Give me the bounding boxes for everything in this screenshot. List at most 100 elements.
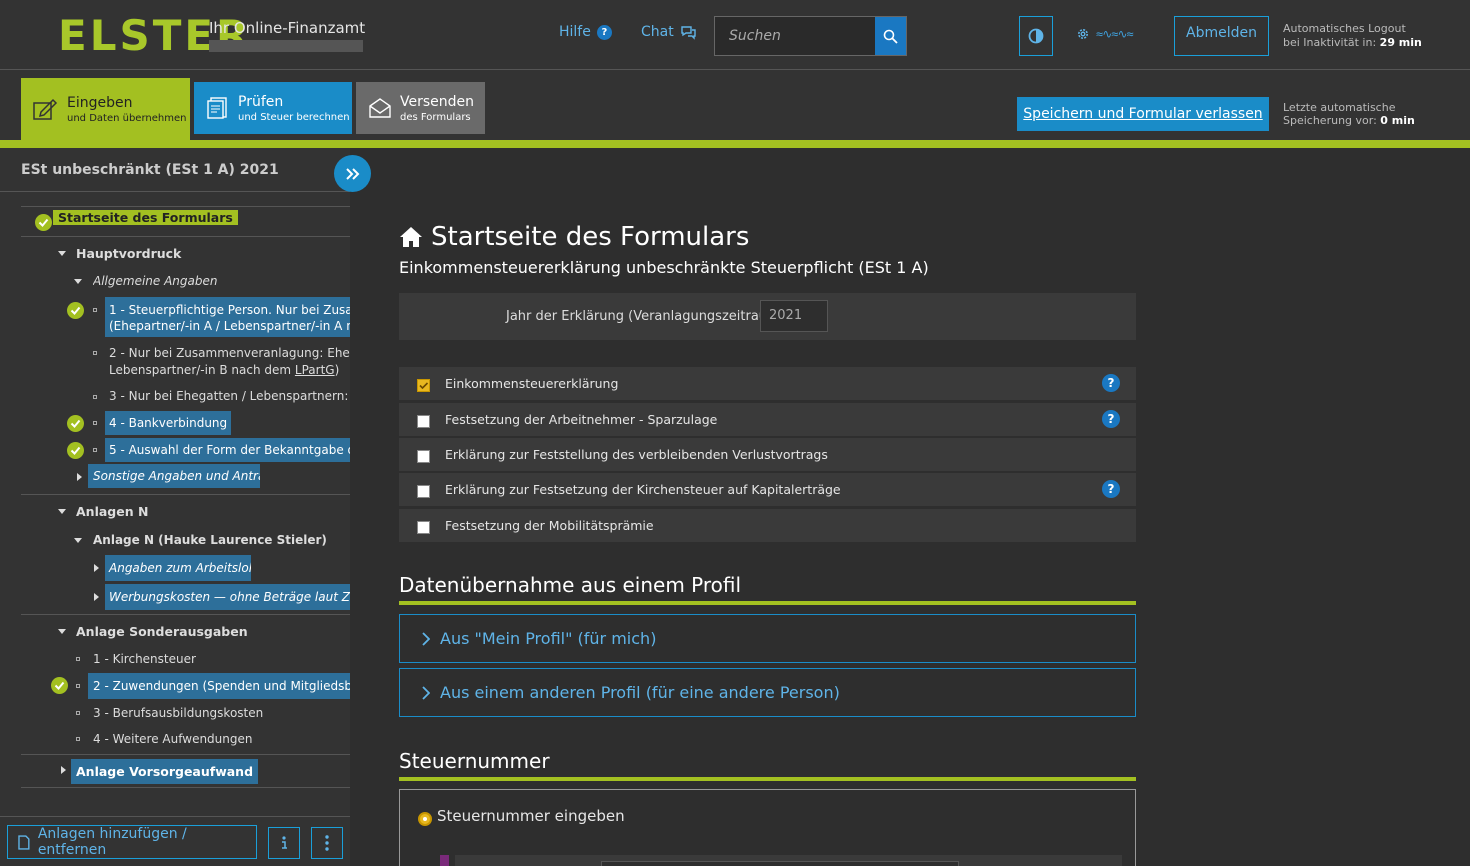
- help-link-label: Hilfe: [559, 24, 591, 40]
- sidebar-item-vorsorge[interactable]: Anlage Vorsorgeaufwand: [71, 759, 350, 784]
- divider: [21, 614, 350, 615]
- check-icon: [51, 677, 68, 694]
- year-field[interactable]: 2021: [760, 300, 828, 332]
- search-box: [714, 16, 907, 56]
- caret-right-icon[interactable]: [77, 473, 82, 481]
- section-title-steuernummer: Steuernummer: [399, 749, 550, 773]
- caret-right-icon[interactable]: [94, 593, 99, 601]
- caret-down-icon[interactable]: [74, 279, 82, 284]
- caret-down-icon[interactable]: [58, 509, 66, 514]
- sidebar-item-hauptvordruck[interactable]: Hauptvordruck: [76, 246, 350, 261]
- caret-down-icon[interactable]: [74, 538, 82, 543]
- caret-right-icon[interactable]: [94, 564, 99, 572]
- chevron-right-icon: [422, 631, 430, 646]
- info-button[interactable]: [268, 827, 300, 859]
- section-underline: [399, 777, 1136, 781]
- chat-link[interactable]: Chat: [641, 24, 697, 40]
- checkbox-einkommensteuererklaerung[interactable]: [417, 379, 430, 392]
- settings-link[interactable]: ≈∿≈∿≈: [1076, 27, 1134, 41]
- sidebar-title: ESt unbeschränkt (ESt 1 A) 2021: [21, 162, 279, 178]
- divider: [21, 787, 350, 788]
- contrast-icon: [1028, 28, 1044, 44]
- checkbox-label: Festsetzung der Arbeitnehmer - Sparzulag…: [445, 412, 718, 427]
- caret-down-icon[interactable]: [58, 629, 66, 634]
- page-title-text: Startseite des Formulars: [431, 222, 750, 252]
- sidebar-item-weitere[interactable]: 4 - Weitere Aufwendungen: [93, 732, 350, 746]
- checkbox-row: Einkommensteuererklärung ?: [399, 367, 1136, 400]
- accordion-my-profile[interactable]: Aus "Mein Profil" (für mich): [399, 614, 1136, 663]
- radio-steuernummer[interactable]: [418, 812, 432, 826]
- sidebar-item-veranlagungsart[interactable]: 3 - Nur bei Ehegatten / Lebenspartnern: …: [109, 389, 350, 403]
- sidebar-item-bankverbindung[interactable]: 4 - Bankverbindung: [105, 411, 350, 435]
- sidebar-item-steuerpflichtige-person[interactable]: 1 - Steuerpflichtige Person. Nur bei Zus…: [105, 297, 350, 337]
- autologout-line1: Automatisches Logout: [1283, 22, 1406, 35]
- sidebar-item-kirchensteuer[interactable]: 1 - Kirchensteuer: [93, 652, 350, 666]
- checkbox-row: Festsetzung der Mobilitätsprämie: [399, 509, 1136, 542]
- autosave-line2: Speicherung vor:: [1283, 114, 1377, 127]
- document-icon: [18, 834, 30, 850]
- section-title-profile: Datenübernahme aus einem Profil: [399, 573, 742, 597]
- autologout-value: 29 min: [1379, 36, 1422, 49]
- caret-down-icon[interactable]: [58, 251, 66, 256]
- contrast-toggle-button[interactable]: [1019, 16, 1053, 56]
- year-label: Jahr der Erklärung (Veranlagungszeitraum…: [506, 309, 785, 324]
- sidebar-item-start[interactable]: Startseite des Formulars: [53, 210, 403, 225]
- sidebar-item-berufsausbildung[interactable]: 3 - Berufsausbildungskosten: [93, 706, 350, 720]
- page-title: Startseite des Formulars: [399, 222, 749, 252]
- add-remove-attachments-button[interactable]: Anlagen hinzufügen / entfernen: [7, 825, 257, 859]
- add-remove-attachments-label: Anlagen hinzufügen / entfernen: [37, 826, 187, 858]
- search-button[interactable]: [875, 17, 906, 55]
- checkbox-row: Festsetzung der Arbeitnehmer - Sparzulag…: [399, 403, 1136, 436]
- help-icon[interactable]: ?: [1102, 374, 1120, 392]
- step-eingeben[interactable]: Eingeben und Daten übernehmen: [21, 78, 190, 140]
- caret-right-icon[interactable]: [61, 766, 66, 774]
- steuernummer-input[interactable]: [601, 861, 959, 866]
- double-chevron-right-icon: [345, 167, 359, 180]
- accordion-other-profile[interactable]: Aus einem anderen Profil (für eine ander…: [399, 668, 1136, 717]
- bullet-icon: [93, 351, 97, 355]
- sidebar-item-sonderausgaben[interactable]: Anlage Sonderausgaben: [76, 624, 350, 639]
- save-and-exit-button[interactable]: Speichern und Formular verlassen: [1017, 97, 1269, 131]
- lpartg-abbr: LPartG: [294, 363, 335, 377]
- envelope-icon: [369, 98, 391, 118]
- help-link[interactable]: Hilfe ?: [559, 24, 612, 40]
- bullet-icon: [76, 711, 80, 715]
- sidebar-item-ehefrau[interactable]: 2 - Nur bei Zusammenveranlagung: Ehefrau…: [109, 345, 350, 379]
- help-icon[interactable]: ?: [1102, 480, 1120, 498]
- step-versenden[interactable]: Versenden des Formulars: [356, 82, 485, 134]
- info-marker-icon[interactable]: [440, 855, 449, 866]
- sidebar-collapse-button[interactable]: [334, 155, 371, 192]
- divider: [21, 236, 350, 237]
- more-options-button[interactable]: [311, 827, 343, 859]
- checkbox-sparzulage[interactable]: [417, 415, 430, 428]
- sidebar-item-allgemeine[interactable]: Allgemeine Angaben: [93, 274, 350, 288]
- sidebar-item-bekanntgabe-label: 5 - Auswahl der Form der Bekanntgabe des…: [105, 438, 350, 462]
- checkbox-mobilitaetspraemie[interactable]: [417, 521, 430, 534]
- step-pruefen[interactable]: Prüfen und Steuer berechnen: [194, 82, 352, 134]
- checkbox-verlustvortrag[interactable]: [417, 450, 430, 463]
- logout-button[interactable]: Abmelden: [1174, 16, 1269, 56]
- progress-line: [0, 140, 1470, 148]
- checkbox-kirchensteuer-kapital[interactable]: [417, 485, 430, 498]
- sidebar-item-werbungskosten-label: Werbungskosten — ohne Beträge laut Zeile…: [105, 584, 350, 610]
- radio-steuernummer-label: Steuernummer eingeben: [437, 807, 625, 825]
- check-icon: [67, 302, 84, 319]
- sidebar-item-zuwendungen[interactable]: 2 - Zuwendungen (Spenden und Mitgliedsbe…: [88, 673, 350, 699]
- sidebar-item-anlage-n-person[interactable]: Anlage N (Hauke Laurence Stieler): [93, 533, 350, 547]
- sidebar-item-werbungskosten[interactable]: Werbungskosten — ohne Beträge laut Zeile…: [105, 584, 350, 610]
- step-eingeben-title: Eingeben: [67, 94, 133, 111]
- steuernummer-box: Steuernummer eingeben: [399, 789, 1136, 866]
- check-icon: [67, 442, 84, 459]
- bullet-icon: [76, 737, 80, 741]
- sidebar-item-sonstige[interactable]: Sonstige Angaben und Anträge: [88, 464, 260, 488]
- autosave-value: 0 min: [1380, 114, 1415, 127]
- sidebar-item-bekanntgabe[interactable]: 5 - Auswahl der Form der Bekanntgabe des…: [105, 438, 350, 462]
- step-pruefen-sub: und Steuer berechnen: [238, 111, 350, 123]
- home-icon: [400, 227, 422, 247]
- chevron-right-icon: [422, 685, 430, 700]
- sidebar-item-anlagen-n[interactable]: Anlagen N: [76, 504, 350, 519]
- step-versenden-sub: des Formulars: [400, 111, 471, 123]
- search-input[interactable]: [715, 17, 876, 55]
- help-icon[interactable]: ?: [1102, 410, 1120, 428]
- sidebar-item-arbeitslohn[interactable]: Angaben zum Arbeitslohn: [105, 555, 251, 581]
